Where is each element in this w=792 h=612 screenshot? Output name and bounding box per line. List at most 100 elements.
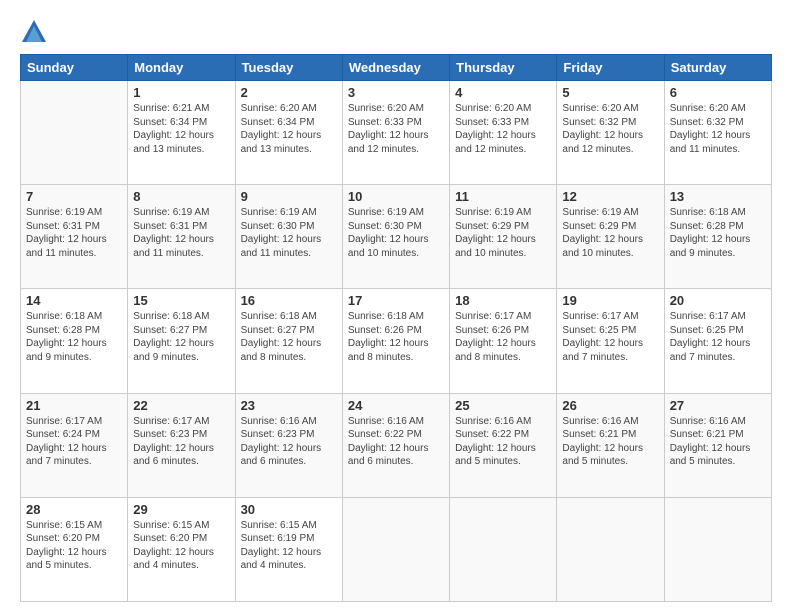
day-number: 20 xyxy=(670,293,766,308)
day-number: 4 xyxy=(455,85,551,100)
cell-info: Sunrise: 6:19 AM Sunset: 6:30 PM Dayligh… xyxy=(241,206,337,260)
cell-info: Sunrise: 6:19 AM Sunset: 6:29 PM Dayligh… xyxy=(455,206,551,260)
day-number: 9 xyxy=(241,189,337,204)
calendar-cell: 11 Sunrise: 6:19 AM Sunset: 6:29 PM Dayli… xyxy=(450,185,557,289)
cell-info: Sunrise: 6:19 AM Sunset: 6:30 PM Dayligh… xyxy=(348,206,444,260)
calendar-cell: 27Sunrise: 6:16 AM Sunset: 6:21 PM Dayli… xyxy=(664,393,771,497)
day-number: 21 xyxy=(26,398,122,413)
cell-info: Sunrise: 6:18 AM Sunset: 6:26 PM Dayligh… xyxy=(348,310,444,364)
day-header-tuesday: Tuesday xyxy=(235,55,342,81)
day-number: 11 xyxy=(455,189,551,204)
cell-info: Sunrise: 6:17 AM Sunset: 6:25 PM Dayligh… xyxy=(670,310,766,364)
cell-info: Sunrise: 6:15 AM Sunset: 6:20 PM Dayligh… xyxy=(133,519,229,573)
page: SundayMondayTuesdayWednesdayThursdayFrid… xyxy=(0,0,792,612)
cell-info: Sunrise: 6:20 AM Sunset: 6:34 PM Dayligh… xyxy=(241,102,337,156)
day-number: 12 xyxy=(562,189,658,204)
day-number: 8 xyxy=(133,189,229,204)
calendar-cell: 8 Sunrise: 6:19 AM Sunset: 6:31 PM Daylig… xyxy=(128,185,235,289)
calendar-cell: 26 Sunrise: 6:16 AM Sunset: 6:21 PM Dayli… xyxy=(557,393,664,497)
calendar-cell: 15 Sunrise: 6:18 AM Sunset: 6:27 PM Dayli… xyxy=(128,289,235,393)
calendar-cell: 6 Sunrise: 6:20 AM Sunset: 6:32 PM Daylig… xyxy=(664,81,771,185)
top-area xyxy=(20,18,772,46)
calendar-cell: 7 Sunrise: 6:19 AM Sunset: 6:31 PM Daylig… xyxy=(21,185,128,289)
calendar-table: SundayMondayTuesdayWednesdayThursdayFrid… xyxy=(20,54,772,602)
calendar-cell: 18 Sunrise: 6:17 AM Sunset: 6:26 PM Dayli… xyxy=(450,289,557,393)
calendar-week-2: 7 Sunrise: 6:19 AM Sunset: 6:31 PM Daylig… xyxy=(21,185,772,289)
cell-info: Sunrise: 6:17 AM Sunset: 6:24 PM Dayligh… xyxy=(26,415,122,469)
day-number: 25 xyxy=(455,398,551,413)
cell-info: Sunrise: 6:20 AM Sunset: 6:33 PM Dayligh… xyxy=(348,102,444,156)
day-number: 3 xyxy=(348,85,444,100)
calendar-cell: 10 Sunrise: 6:19 AM Sunset: 6:30 PM Dayli… xyxy=(342,185,449,289)
cell-info: Sunrise: 6:16 AM Sunset: 6:21 PM Dayligh… xyxy=(562,415,658,469)
cell-info: Sunrise: 6:17 AM Sunset: 6:23 PM Dayligh… xyxy=(133,415,229,469)
day-header-saturday: Saturday xyxy=(664,55,771,81)
day-number: 2 xyxy=(241,85,337,100)
calendar-cell xyxy=(21,81,128,185)
logo-icon xyxy=(20,18,48,46)
day-number: 5 xyxy=(562,85,658,100)
cell-info: Sunrise: 6:18 AM Sunset: 6:27 PM Dayligh… xyxy=(133,310,229,364)
cell-info: Sunrise: 6:15 AM Sunset: 6:19 PM Dayligh… xyxy=(241,519,337,573)
cell-info: Sunrise: 6:17 AM Sunset: 6:25 PM Dayligh… xyxy=(562,310,658,364)
calendar-cell xyxy=(664,497,771,601)
day-number: 13 xyxy=(670,189,766,204)
calendar-cell: 20 Sunrise: 6:17 AM Sunset: 6:25 PM Dayli… xyxy=(664,289,771,393)
calendar-cell: 4 Sunrise: 6:20 AM Sunset: 6:33 PM Daylig… xyxy=(450,81,557,185)
calendar-cell xyxy=(342,497,449,601)
day-number: 15 xyxy=(133,293,229,308)
calendar-cell: 3 Sunrise: 6:20 AM Sunset: 6:33 PM Daylig… xyxy=(342,81,449,185)
calendar-cell: 30 Sunrise: 6:15 AM Sunset: 6:19 PM Dayli… xyxy=(235,497,342,601)
calendar-cell: 28 Sunrise: 6:15 AM Sunset: 6:20 PM Dayli… xyxy=(21,497,128,601)
cell-info: Sunrise: 6:15 AM Sunset: 6:20 PM Dayligh… xyxy=(26,519,122,573)
day-header-monday: Monday xyxy=(128,55,235,81)
calendar-cell: 2 Sunrise: 6:20 AM Sunset: 6:34 PM Daylig… xyxy=(235,81,342,185)
calendar-cell: 19Sunrise: 6:17 AM Sunset: 6:25 PM Dayli… xyxy=(557,289,664,393)
calendar-cell: 25 Sunrise: 6:16 AM Sunset: 6:22 PM Dayli… xyxy=(450,393,557,497)
calendar-week-1: 1 Sunrise: 6:21 AM Sunset: 6:34 PM Daylig… xyxy=(21,81,772,185)
day-number: 7 xyxy=(26,189,122,204)
day-number: 1 xyxy=(133,85,229,100)
cell-info: Sunrise: 6:20 AM Sunset: 6:32 PM Dayligh… xyxy=(670,102,766,156)
cell-info: Sunrise: 6:18 AM Sunset: 6:28 PM Dayligh… xyxy=(670,206,766,260)
day-number: 29 xyxy=(133,502,229,517)
day-number: 6 xyxy=(670,85,766,100)
day-header-wednesday: Wednesday xyxy=(342,55,449,81)
cell-info: Sunrise: 6:18 AM Sunset: 6:28 PM Dayligh… xyxy=(26,310,122,364)
cell-info: Sunrise: 6:16 AM Sunset: 6:23 PM Dayligh… xyxy=(241,415,337,469)
calendar-week-3: 14Sunrise: 6:18 AM Sunset: 6:28 PM Dayli… xyxy=(21,289,772,393)
calendar-week-5: 28 Sunrise: 6:15 AM Sunset: 6:20 PM Dayli… xyxy=(21,497,772,601)
cell-info: Sunrise: 6:17 AM Sunset: 6:26 PM Dayligh… xyxy=(455,310,551,364)
header-row: SundayMondayTuesdayWednesdayThursdayFrid… xyxy=(21,55,772,81)
day-number: 24 xyxy=(348,398,444,413)
calendar-cell: 24 Sunrise: 6:16 AM Sunset: 6:22 PM Dayli… xyxy=(342,393,449,497)
calendar-cell: 22Sunrise: 6:17 AM Sunset: 6:23 PM Dayli… xyxy=(128,393,235,497)
day-header-friday: Friday xyxy=(557,55,664,81)
day-header-thursday: Thursday xyxy=(450,55,557,81)
day-number: 23 xyxy=(241,398,337,413)
cell-info: Sunrise: 6:21 AM Sunset: 6:34 PM Dayligh… xyxy=(133,102,229,156)
cell-info: Sunrise: 6:19 AM Sunset: 6:29 PM Dayligh… xyxy=(562,206,658,260)
day-number: 18 xyxy=(455,293,551,308)
day-number: 26 xyxy=(562,398,658,413)
cell-info: Sunrise: 6:16 AM Sunset: 6:22 PM Dayligh… xyxy=(348,415,444,469)
day-number: 30 xyxy=(241,502,337,517)
calendar-cell: 16 Sunrise: 6:18 AM Sunset: 6:27 PM Dayli… xyxy=(235,289,342,393)
calendar-cell: 29 Sunrise: 6:15 AM Sunset: 6:20 PM Dayli… xyxy=(128,497,235,601)
calendar-cell: 12 Sunrise: 6:19 AM Sunset: 6:29 PM Dayli… xyxy=(557,185,664,289)
day-number: 10 xyxy=(348,189,444,204)
day-number: 16 xyxy=(241,293,337,308)
cell-info: Sunrise: 6:20 AM Sunset: 6:32 PM Dayligh… xyxy=(562,102,658,156)
day-header-sunday: Sunday xyxy=(21,55,128,81)
calendar-cell: 9 Sunrise: 6:19 AM Sunset: 6:30 PM Daylig… xyxy=(235,185,342,289)
cell-info: Sunrise: 6:16 AM Sunset: 6:22 PM Dayligh… xyxy=(455,415,551,469)
calendar-cell: 17Sunrise: 6:18 AM Sunset: 6:26 PM Dayli… xyxy=(342,289,449,393)
calendar-cell: 14Sunrise: 6:18 AM Sunset: 6:28 PM Dayli… xyxy=(21,289,128,393)
day-number: 28 xyxy=(26,502,122,517)
day-number: 27 xyxy=(670,398,766,413)
cell-info: Sunrise: 6:19 AM Sunset: 6:31 PM Dayligh… xyxy=(133,206,229,260)
calendar-cell xyxy=(450,497,557,601)
cell-info: Sunrise: 6:19 AM Sunset: 6:31 PM Dayligh… xyxy=(26,206,122,260)
cell-info: Sunrise: 6:18 AM Sunset: 6:27 PM Dayligh… xyxy=(241,310,337,364)
cell-info: Sunrise: 6:20 AM Sunset: 6:33 PM Dayligh… xyxy=(455,102,551,156)
